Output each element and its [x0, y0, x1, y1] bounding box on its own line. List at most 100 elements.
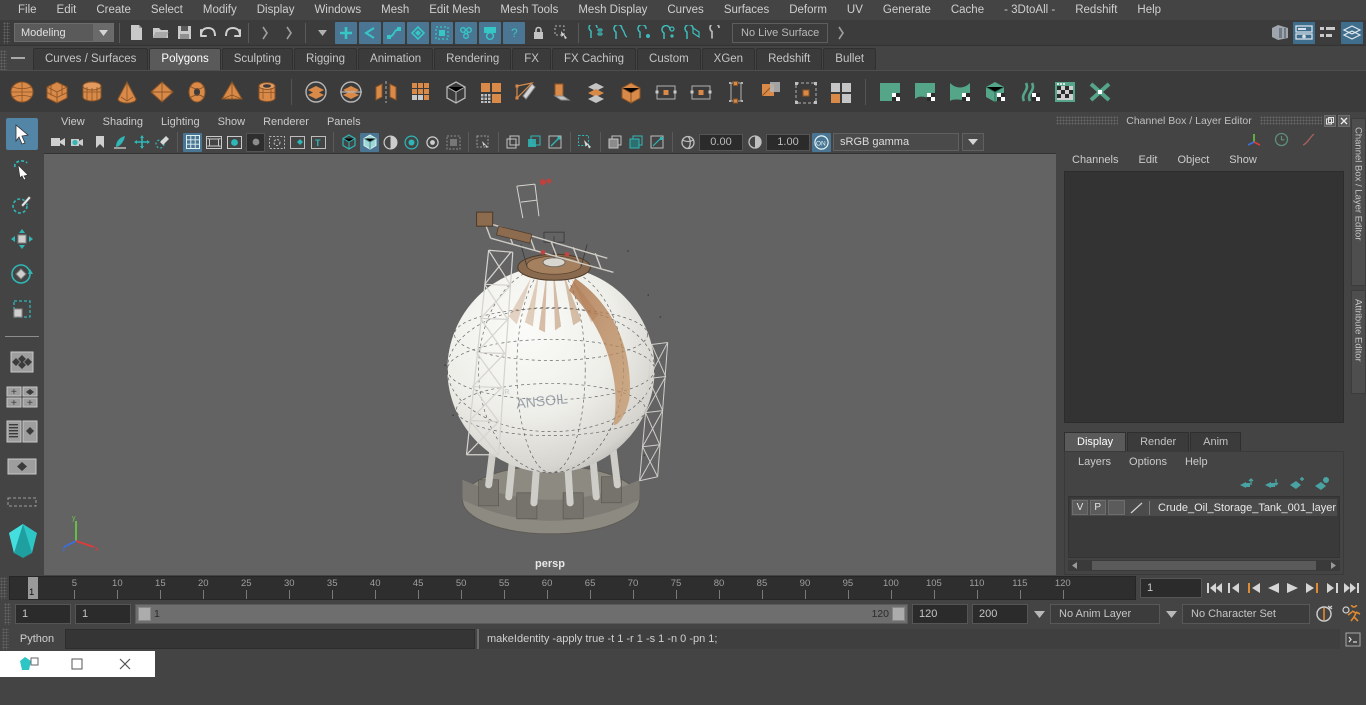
menu-generate[interactable]: Generate: [873, 1, 941, 20]
step-forward-key-icon[interactable]: [1324, 581, 1339, 595]
polygon-plane-icon[interactable]: [146, 76, 178, 108]
gamma-icon[interactable]: [745, 133, 764, 152]
menu-modify[interactable]: Modify: [193, 1, 247, 20]
select-render-nodes-icon[interactable]: [479, 21, 501, 44]
viewport-menu-panels[interactable]: Panels: [318, 115, 370, 129]
gamma-field[interactable]: 1.00: [766, 133, 810, 151]
layout-single-pane-icon[interactable]: [6, 346, 38, 378]
clock-icon[interactable]: [1274, 132, 1289, 147]
app-icon[interactable]: [15, 654, 45, 674]
live-surface-field[interactable]: No Live Surface: [732, 22, 829, 43]
shelf-tab-xgen[interactable]: XGen: [701, 48, 756, 70]
shelf-tab-bullet[interactable]: Bullet: [823, 48, 877, 70]
smooth-shade-all-icon[interactable]: [360, 132, 379, 152]
channel-box-content-area[interactable]: [1064, 171, 1344, 423]
tab-display[interactable]: Display: [1064, 432, 1127, 451]
snap-to-curve-icon[interactable]: [608, 22, 630, 44]
two-d-pan-zoom-icon[interactable]: [132, 133, 151, 152]
motion-blur-icon[interactable]: [504, 133, 523, 152]
new-layer-icon[interactable]: [1314, 476, 1329, 490]
statusline-grip[interactable]: [3, 21, 10, 44]
open-scene-icon[interactable]: [149, 22, 171, 44]
menu-create[interactable]: Create: [86, 1, 141, 20]
select-component-icon[interactable]: [383, 21, 405, 44]
uv-automatic-mapping-icon[interactable]: [755, 76, 787, 108]
extrude-icon[interactable]: [545, 76, 577, 108]
animation-preferences-icon[interactable]: [1314, 604, 1336, 624]
exposure-field[interactable]: 0.00: [699, 133, 743, 151]
shelf-tab-sculpting[interactable]: Sculpting: [221, 48, 294, 70]
xray-joints-icon[interactable]: [288, 133, 307, 152]
paint-select-tool-icon[interactable]: [6, 188, 38, 220]
shelf-tab-curves-surfaces[interactable]: Curves / Surfaces: [33, 48, 149, 70]
shelf-tab-custom[interactable]: Custom: [637, 48, 701, 70]
redshift-curve-icon[interactable]: [909, 76, 941, 108]
depth-of-field-icon[interactable]: [546, 133, 565, 152]
xray-toggle-icon[interactable]: [267, 133, 286, 152]
uv-editor-icon[interactable]: [720, 76, 752, 108]
redshift-hair-icon[interactable]: [1014, 76, 1046, 108]
command-language-label[interactable]: Python: [11, 633, 63, 645]
menu-set-selector[interactable]: Modeling: [14, 23, 114, 42]
viewport-menu-show[interactable]: Show: [209, 115, 255, 129]
collapse-arrow-icon[interactable]: [254, 22, 276, 44]
collapse-arrow-icon-2[interactable]: [278, 22, 300, 44]
new-layer-from-selection-icon[interactable]: [1289, 476, 1304, 490]
layer-help-menu[interactable]: Help: [1176, 454, 1217, 470]
shelf-tab-animation[interactable]: Animation: [358, 48, 434, 70]
shelf-grip[interactable]: [0, 50, 7, 70]
redo-icon[interactable]: [221, 22, 243, 44]
menu-deform[interactable]: Deform: [779, 1, 837, 20]
layer-type-box[interactable]: [1107, 500, 1126, 515]
polygon-cube-icon[interactable]: [41, 76, 73, 108]
time-slider-grip[interactable]: [0, 577, 7, 599]
select-help-icon[interactable]: ?: [503, 21, 525, 44]
anim-end-field[interactable]: 200: [972, 604, 1028, 624]
layout-quad-icon[interactable]: [6, 486, 38, 518]
smooth-icon[interactable]: [405, 76, 437, 108]
command-input[interactable]: [65, 629, 475, 649]
multisample-aa-icon[interactable]: [525, 133, 544, 152]
snap-to-projected-center-icon[interactable]: [656, 22, 678, 44]
command-line-grip[interactable]: [2, 628, 9, 650]
menu-mesh-display[interactable]: Mesh Display: [568, 1, 657, 20]
wedge-icon[interactable]: [615, 76, 647, 108]
layers-menu[interactable]: Layers: [1069, 454, 1120, 470]
use-default-lighting-icon[interactable]: [423, 133, 442, 152]
close-icon[interactable]: [110, 654, 140, 674]
scale-tool-icon[interactable]: [6, 293, 38, 325]
go-to-start-icon[interactable]: [1206, 581, 1223, 595]
redshift-surface-icon[interactable]: [944, 76, 976, 108]
polygon-cone-icon[interactable]: [111, 76, 143, 108]
viewport-menu-view[interactable]: View: [52, 115, 94, 129]
redshift-plane-icon[interactable]: [874, 76, 906, 108]
texture-toggle-icon[interactable]: T: [309, 133, 328, 152]
vtab-attribute-editor[interactable]: Attribute Editor: [1350, 290, 1366, 394]
move-layer-up-icon[interactable]: [1239, 477, 1254, 490]
shelf-tab-fx[interactable]: FX: [512, 48, 551, 70]
anim-layer-selector[interactable]: No Anim Layer: [1050, 604, 1160, 624]
viewport-render-region-icon[interactable]: [648, 133, 667, 152]
menu-curves[interactable]: Curves: [657, 1, 713, 20]
layer-row[interactable]: V P Crude_Oil_Storage_Tank_001_layer: [1071, 499, 1337, 516]
textured-shading-icon[interactable]: [402, 133, 421, 152]
restore-icon[interactable]: [62, 654, 92, 674]
select-components-network-icon[interactable]: [455, 21, 477, 44]
highlight-selection-icon[interactable]: [551, 22, 573, 44]
snap-to-point-icon[interactable]: [632, 22, 654, 44]
step-back-key-icon[interactable]: [1227, 581, 1242, 595]
resolution-gate-icon[interactable]: [225, 133, 244, 152]
shadows-toggle-icon[interactable]: [444, 133, 463, 152]
menu-display[interactable]: Display: [247, 1, 305, 20]
range-slider[interactable]: 1 120: [135, 604, 908, 624]
uv-cylindrical-mapping-icon[interactable]: [685, 76, 717, 108]
close-icon[interactable]: [1338, 114, 1350, 127]
menu-edit-mesh[interactable]: Edit Mesh: [419, 1, 490, 20]
select-hierarchy-icon[interactable]: [335, 21, 357, 44]
camera-attributes-icon[interactable]: [69, 133, 88, 152]
select-marquee-icon[interactable]: [431, 21, 453, 44]
viewport-snapshot-icon[interactable]: [606, 133, 625, 152]
shelf-tab-redshift[interactable]: Redshift: [756, 48, 823, 70]
panel-grip-right[interactable]: [1259, 116, 1322, 125]
isolate-select-icon[interactable]: [576, 133, 595, 152]
